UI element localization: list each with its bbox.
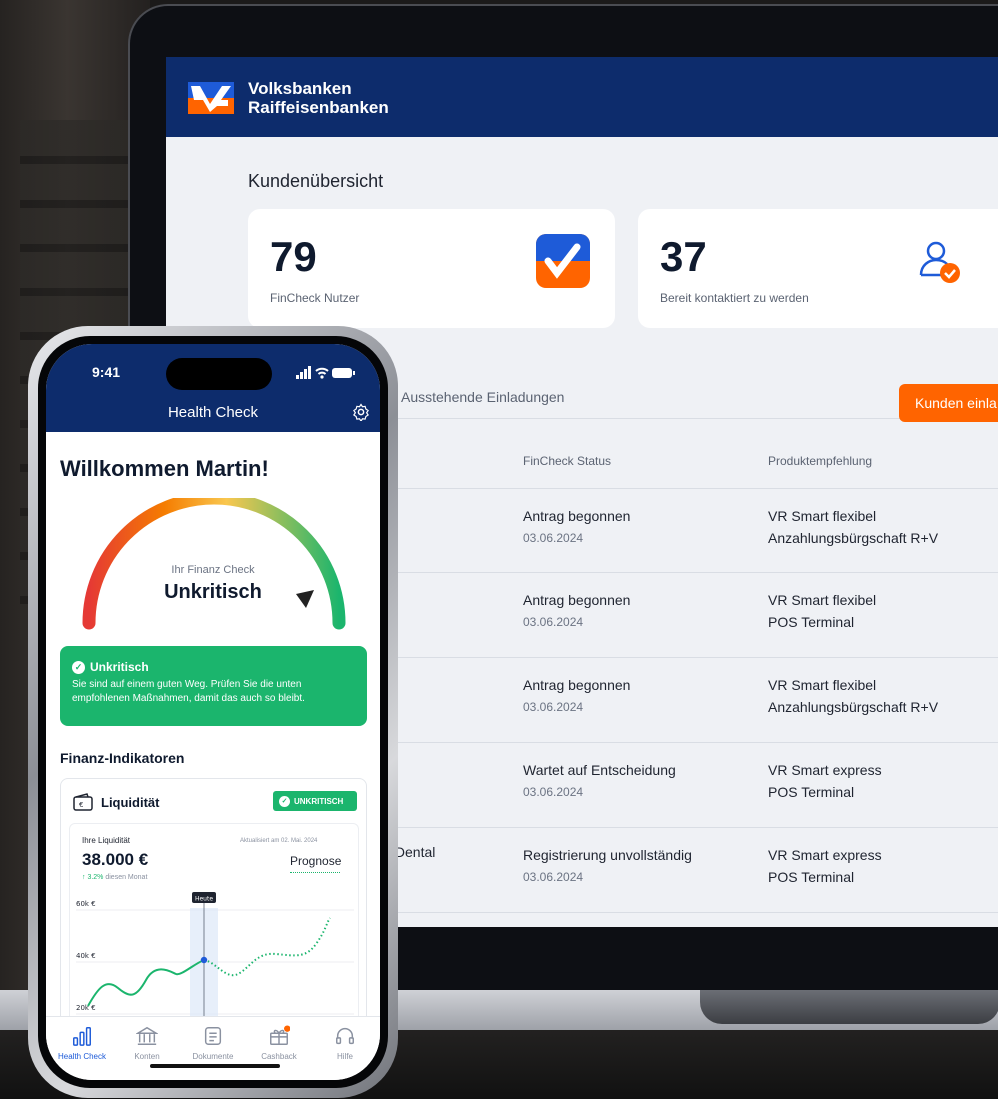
delta-suffix: diesen Monat bbox=[105, 874, 148, 881]
stat-value: 37 bbox=[660, 233, 707, 280]
liquidity-value: 38.000 € bbox=[82, 850, 149, 869]
laptop-trackpad-notch bbox=[700, 990, 998, 1024]
stat-label: FinCheck Nutzer bbox=[270, 291, 360, 305]
fincheck-logo-icon bbox=[536, 234, 590, 288]
liquidity-chart: 60k € 40k € 20k € Heute bbox=[76, 892, 354, 1027]
status-text: Antrag begonnen bbox=[523, 592, 631, 608]
liquidity-chart-card: Ihre Liquidität Aktualisiert am 02. Mai.… bbox=[69, 823, 359, 1027]
actual-line bbox=[87, 959, 205, 1007]
stat-card-fincheck-users[interactable]: 79 FinCheck Nutzer bbox=[248, 209, 615, 328]
tab-label: Dokumente bbox=[192, 1052, 234, 1061]
y-tick: 40k € bbox=[76, 952, 96, 960]
dashboard-header: Volksbanken Raiffeisenbanken bbox=[166, 57, 998, 137]
bar-chart-icon bbox=[73, 1027, 91, 1046]
forecast-legend-line bbox=[290, 872, 340, 873]
product-2: Anzahlungsbürgschaft R+V bbox=[768, 530, 939, 546]
product-2: POS Terminal bbox=[768, 614, 855, 630]
updated-date: Aktualisiert am 02. Mai. 2024 bbox=[240, 838, 318, 844]
tab-label: Konten bbox=[134, 1052, 160, 1061]
app-title: Health Check bbox=[167, 404, 259, 421]
product-2: POS Terminal bbox=[768, 784, 855, 800]
section-title: Kundenübersicht bbox=[248, 171, 384, 191]
delta-value: ↑ 3.2% bbox=[82, 874, 104, 881]
brand-name: Volksbanken Raiffeisenbanken bbox=[248, 79, 389, 117]
status-date: 03.06.2024 bbox=[523, 615, 584, 629]
indicators-heading: Finanz-Indikatoren bbox=[60, 750, 185, 766]
status-text: Wartet auf Entscheidung bbox=[523, 762, 676, 778]
liquidity-title: Liquidität bbox=[101, 795, 160, 810]
brand-line-2: Raiffeisenbanken bbox=[248, 98, 389, 117]
forecast-label[interactable]: Prognose bbox=[290, 854, 341, 868]
bank-icon bbox=[136, 1026, 158, 1045]
alert-text: Sie sind auf einem guten Weg. Prüfen Sie… bbox=[72, 679, 305, 704]
status-text: Antrag begonnen bbox=[523, 508, 631, 524]
user-check-icon bbox=[919, 241, 960, 283]
product-1: VR Smart express bbox=[768, 762, 882, 778]
status-text: Registrierung unvollständig bbox=[523, 847, 692, 863]
liquidity-label: Ihre Liquidität bbox=[82, 836, 131, 845]
gauge-value: Unkritisch bbox=[164, 581, 262, 603]
status-date: 03.06.2024 bbox=[523, 700, 584, 714]
status-alert: ✓ Unkritisch Sie sind auf einem guten Weg… bbox=[60, 646, 367, 726]
gauge-caption: Ihr Finanz Check bbox=[171, 564, 255, 576]
wallet-icon: € bbox=[73, 793, 93, 811]
vr-logo-icon bbox=[188, 82, 234, 114]
tab-konten[interactable]: Konten bbox=[114, 1025, 180, 1061]
home-indicator[interactable] bbox=[150, 1064, 280, 1068]
product-1: VR Smart flexibel bbox=[768, 508, 877, 524]
badge-label: UNKRITISCH bbox=[294, 796, 344, 806]
product-2: Anzahlungsbürgschaft R+V bbox=[768, 699, 939, 715]
tab-pending-invitations[interactable]: Ausstehende Einladungen bbox=[401, 389, 564, 405]
status-time: 9:41 bbox=[92, 364, 121, 380]
phone-frame: 9:41 Health Check Willkommen Martin! Ihr… bbox=[28, 326, 398, 1098]
app-header: 9:41 Health Check bbox=[46, 344, 380, 432]
status-date: 03.06.2024 bbox=[523, 870, 584, 884]
status-date: 03.06.2024 bbox=[523, 531, 584, 545]
today-point bbox=[200, 956, 208, 964]
status-date: 03.06.2024 bbox=[523, 785, 584, 799]
gear-icon[interactable] bbox=[352, 403, 370, 421]
product-1: VR Smart flexibel bbox=[768, 677, 877, 693]
check-icon: ✓ bbox=[279, 795, 290, 807]
column-header-status[interactable]: FinCheck Status bbox=[523, 454, 611, 468]
today-label: Heute bbox=[195, 896, 213, 903]
product-2: POS Terminal bbox=[768, 869, 855, 885]
product-1: VR Smart express bbox=[768, 847, 882, 863]
column-header-product[interactable]: Produktempfehlung bbox=[768, 454, 872, 468]
tab-cashback[interactable]: Cashback bbox=[246, 1025, 312, 1061]
gift-icon bbox=[270, 1025, 290, 1045]
liquidity-card[interactable]: € Liquidität ✓ UNKRITISCH Ihre Liquidität… bbox=[60, 778, 367, 1028]
tab-health-check[interactable]: Health Check bbox=[49, 1025, 115, 1061]
phone-bezel: 9:41 Health Check Willkommen Martin! Ihr… bbox=[38, 336, 388, 1088]
headset-icon bbox=[336, 1028, 354, 1045]
status-icons bbox=[296, 366, 355, 379]
document-icon bbox=[204, 1027, 222, 1045]
tab-label: Hilfe bbox=[336, 1052, 353, 1061]
tab-label: Cashback bbox=[261, 1052, 297, 1061]
welcome-heading: Willkommen Martin! bbox=[60, 456, 269, 481]
tab-hilfe[interactable]: Hilfe bbox=[312, 1025, 378, 1061]
alert-title: Unkritisch bbox=[90, 660, 149, 674]
status-text: Antrag begonnen bbox=[523, 677, 631, 693]
y-tick: 20k € bbox=[76, 1004, 96, 1012]
svg-text:€: € bbox=[79, 801, 83, 809]
product-1: VR Smart flexibel bbox=[768, 592, 877, 608]
brand-line-1: Volksbanken bbox=[248, 79, 352, 98]
status-badge: ✓ UNKRITISCH bbox=[273, 791, 357, 811]
dynamic-island bbox=[166, 358, 272, 390]
y-tick: 60k € bbox=[76, 900, 96, 908]
stat-card-ready-contact[interactable]: 37 Bereit kontaktiert zu werden bbox=[638, 209, 998, 328]
stat-label: Bereit kontaktiert zu werden bbox=[660, 291, 809, 305]
check-icon: ✓ bbox=[72, 660, 85, 674]
phone-screen: 9:41 Health Check Willkommen Martin! Ihr… bbox=[46, 344, 380, 1080]
stat-value: 79 bbox=[270, 233, 317, 280]
liquidity-delta: ↑ 3.2% diesen Monat bbox=[82, 874, 147, 881]
invite-customers-button[interactable]: Kunden einla bbox=[899, 384, 998, 422]
forecast-line bbox=[203, 917, 331, 977]
tab-label: Health Check bbox=[57, 1052, 107, 1061]
bottom-tab-bar: Health Check Konten Dokumente Cashback H… bbox=[46, 1016, 380, 1080]
tab-dokumente[interactable]: Dokumente bbox=[180, 1025, 246, 1061]
